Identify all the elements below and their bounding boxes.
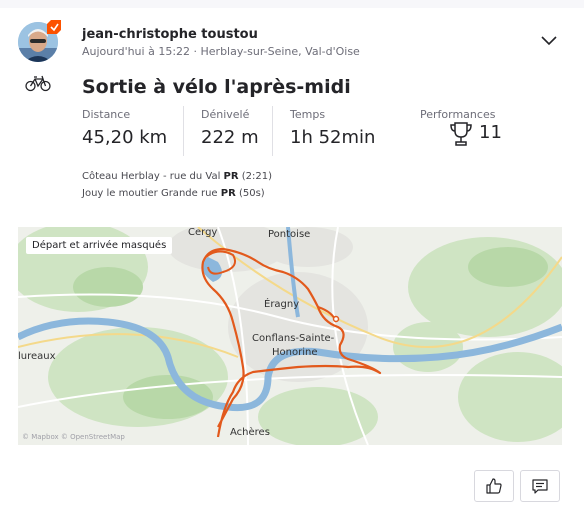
stat-value: 222 m bbox=[201, 127, 259, 148]
segment-list: Côteau Herblay - rue du Val PR (2:21) Jo… bbox=[82, 168, 272, 202]
stat-label: Temps bbox=[290, 108, 326, 121]
map-label: Honorine bbox=[272, 347, 318, 358]
kudos-button[interactable] bbox=[474, 470, 514, 502]
performances-count: 11 bbox=[479, 122, 502, 143]
map-label: Conflans-Sainte- bbox=[252, 333, 335, 344]
pr-badge: PR bbox=[223, 171, 239, 182]
chevron-down-icon[interactable] bbox=[540, 34, 558, 46]
comment-button[interactable] bbox=[520, 470, 560, 502]
segment-time: (50s) bbox=[238, 188, 265, 199]
stat-distance: Distance 45,20 km bbox=[82, 108, 167, 148]
activity-meta: Aujourd'hui à 15:22 · Herblay-sur-Seine,… bbox=[82, 45, 360, 58]
map-label: lureaux bbox=[18, 351, 56, 362]
stat-divider bbox=[272, 106, 273, 156]
comment-icon bbox=[532, 479, 548, 494]
trophy-icon bbox=[450, 122, 472, 146]
activity-title[interactable]: Sortie à vélo l'après-midi bbox=[82, 76, 351, 98]
athlete-name[interactable]: jean-christophe toustou bbox=[82, 27, 258, 42]
segment-item[interactable]: Côteau Herblay - rue du Val PR (2:21) bbox=[82, 168, 272, 185]
segment-name: Côteau Herblay - rue du Val bbox=[82, 171, 221, 182]
stat-label: Performances bbox=[420, 108, 496, 121]
stat-time: Temps 1h 52min bbox=[290, 108, 375, 148]
map-label: Achères bbox=[230, 427, 270, 438]
segment-name: Jouy le moutier Grande rue bbox=[82, 188, 218, 199]
map-label: Éragny bbox=[264, 299, 300, 310]
stat-divider bbox=[183, 106, 184, 156]
stat-elevation: Dénivelé 222 m bbox=[201, 108, 259, 148]
activity-card: jean-christophe toustou Aujourd'hui à 15… bbox=[0, 8, 584, 505]
map-label: Cergy bbox=[188, 227, 218, 238]
segment-time: (2:21) bbox=[241, 171, 273, 182]
thumbs-up-icon bbox=[486, 478, 502, 494]
pr-badge: PR bbox=[220, 188, 236, 199]
map-attribution[interactable]: © Mapbox © OpenStreetMap bbox=[22, 433, 125, 441]
stat-performances[interactable]: Performances bbox=[420, 108, 495, 121]
stat-value: 45,20 km bbox=[82, 127, 168, 148]
subscriber-badge-icon bbox=[47, 20, 61, 34]
segment-item[interactable]: Jouy le moutier Grande rue PR (50s) bbox=[82, 185, 272, 202]
map-privacy-badge: Départ et arrivée masqués bbox=[26, 237, 173, 254]
activity-map[interactable]: Départ et arrivée masqués Cergy Pontoise… bbox=[18, 227, 562, 445]
stat-value: 1h 52min bbox=[290, 127, 376, 148]
stat-label: Dénivelé bbox=[201, 108, 250, 121]
bike-icon bbox=[25, 75, 51, 92]
map-label: Pontoise bbox=[268, 229, 311, 240]
stat-label: Distance bbox=[82, 108, 131, 121]
